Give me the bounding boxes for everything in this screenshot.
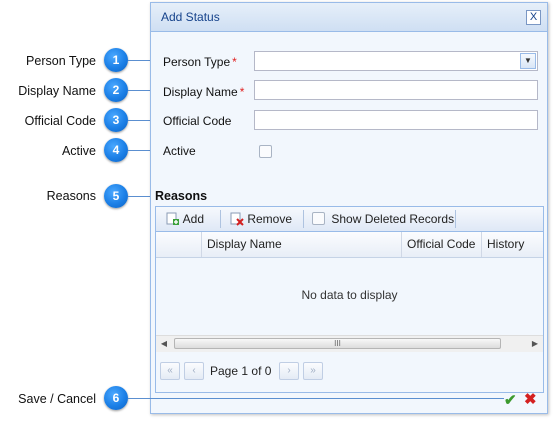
add-status-dialog: Add Status X Person Type * ▼ Display Name… bbox=[150, 2, 548, 414]
callout-badge-4: 4 bbox=[104, 138, 128, 162]
toolbar-divider bbox=[455, 210, 456, 228]
column-header-display-name[interactable]: Display Name bbox=[201, 232, 401, 257]
display-name-input[interactable] bbox=[254, 80, 538, 100]
reasons-pager: « ‹ Page 1 of 0 › » bbox=[156, 352, 543, 392]
remove-button[interactable]: Remove bbox=[230, 210, 292, 228]
show-deleted-toggle[interactable]: Show Deleted Records bbox=[312, 210, 454, 228]
toolbar-divider bbox=[303, 210, 304, 228]
callout-badge-3: 3 bbox=[104, 108, 128, 132]
chevron-down-icon[interactable]: ▼ bbox=[520, 53, 536, 69]
display-name-label-text: Display Name bbox=[163, 85, 238, 99]
callout-label-display-name: Display Name bbox=[18, 84, 96, 98]
callout-label-active: Active bbox=[61, 144, 96, 158]
display-name-label: Display Name * bbox=[163, 85, 244, 99]
row-selector-column bbox=[156, 232, 201, 257]
callout-badge-5: 5 bbox=[104, 184, 128, 208]
active-label: Active bbox=[163, 144, 196, 158]
page-word: Page bbox=[210, 364, 239, 378]
next-page-icon[interactable]: › bbox=[279, 362, 299, 380]
check-icon[interactable]: ✔ bbox=[504, 391, 517, 409]
add-button[interactable]: Add bbox=[166, 210, 204, 228]
callout-label-reasons: Reasons bbox=[46, 189, 96, 203]
callout-badge-6: 6 bbox=[104, 386, 128, 410]
show-deleted-label: Show Deleted Records bbox=[331, 212, 455, 226]
total-pages: 0 bbox=[264, 364, 272, 378]
remove-button-label: Remove bbox=[247, 212, 293, 226]
person-type-label-text: Person Type bbox=[163, 55, 231, 69]
page-number: 1 bbox=[241, 364, 249, 378]
reasons-grid-body: No data to display bbox=[156, 258, 543, 335]
add-button-label: Add bbox=[182, 212, 205, 226]
scroll-left-icon[interactable]: ◀ bbox=[156, 336, 172, 352]
reasons-grid: Add Remove Show Deleted Records Display … bbox=[155, 206, 544, 393]
column-header-history[interactable]: History bbox=[481, 232, 543, 257]
last-page-icon[interactable]: » bbox=[303, 362, 323, 380]
horizontal-scrollbar[interactable]: ◀ III ▶ bbox=[156, 335, 543, 352]
of-word: of bbox=[251, 364, 262, 378]
person-type-combo[interactable]: ▼ bbox=[254, 51, 538, 71]
close-icon[interactable]: X bbox=[526, 10, 541, 25]
prev-page-icon[interactable]: ‹ bbox=[184, 362, 204, 380]
close-icon[interactable]: ✖ bbox=[524, 390, 537, 408]
scroll-right-icon[interactable]: ▶ bbox=[527, 336, 543, 352]
person-type-label: Person Type * bbox=[163, 55, 237, 69]
reasons-toolbar: Add Remove Show Deleted Records bbox=[156, 207, 543, 232]
remove-icon bbox=[230, 212, 244, 226]
column-header-official-code[interactable]: Official Code bbox=[401, 232, 481, 257]
callout-badge-1: 1 bbox=[104, 48, 128, 72]
callout-badge-2: 2 bbox=[104, 78, 128, 102]
toolbar-divider bbox=[220, 210, 221, 228]
callout-label-person-type: Person Type bbox=[26, 54, 96, 68]
reasons-title: Reasons bbox=[155, 189, 208, 203]
official-code-input[interactable] bbox=[254, 110, 538, 130]
dialog-titlebar[interactable]: Add Status X bbox=[151, 3, 547, 32]
required-asterisk: * bbox=[232, 55, 237, 69]
callout-label-save-cancel: Save / Cancel bbox=[18, 392, 96, 406]
leader-line-6 bbox=[128, 398, 504, 399]
active-checkbox[interactable] bbox=[259, 145, 272, 158]
page-indicator: Page 1 of 0 bbox=[210, 364, 271, 378]
required-asterisk: * bbox=[239, 85, 245, 99]
scroll-thumb[interactable]: III bbox=[174, 338, 501, 349]
callout-label-official-code: Official Code bbox=[24, 114, 96, 128]
dialog-title: Add Status bbox=[161, 10, 220, 24]
empty-message: No data to display bbox=[301, 288, 398, 302]
reasons-grid-header: Display Name Official Code History bbox=[156, 232, 543, 258]
add-icon bbox=[166, 212, 179, 225]
show-deleted-checkbox[interactable] bbox=[312, 212, 325, 225]
first-page-icon[interactable]: « bbox=[160, 362, 180, 380]
official-code-label: Official Code bbox=[163, 114, 232, 128]
